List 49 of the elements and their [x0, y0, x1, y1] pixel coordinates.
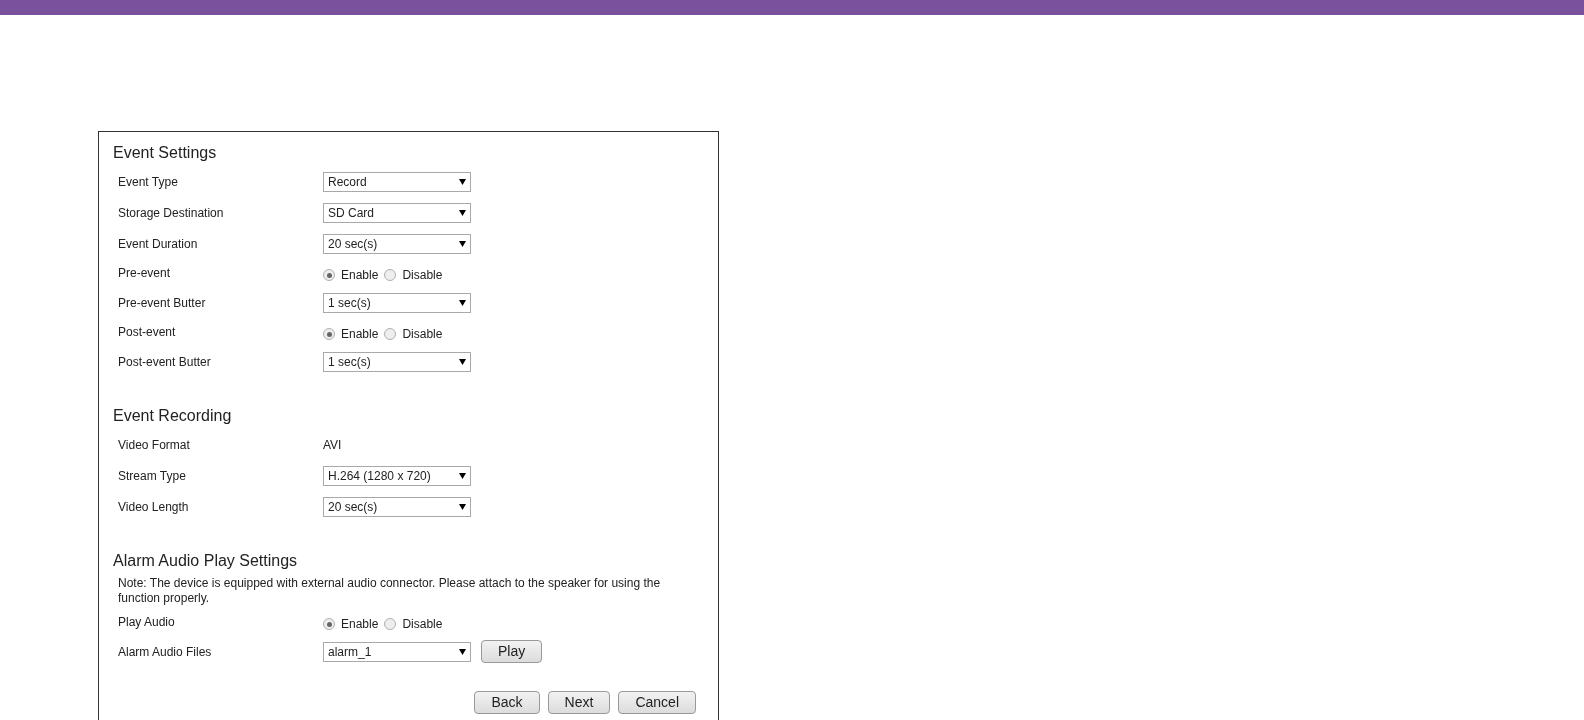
radio-label: Enable — [341, 616, 379, 633]
section-title: Event Settings — [113, 143, 218, 163]
field-label: Post-event Butter — [118, 353, 212, 371]
radio-button[interactable] — [323, 328, 335, 340]
caret-icon — [459, 178, 466, 185]
radio-label: Disable — [402, 616, 443, 633]
field-label: Pre-event — [118, 265, 172, 282]
caret-icon — [459, 240, 466, 247]
radio-button[interactable] — [384, 618, 397, 630]
radio-button[interactable] — [323, 618, 335, 630]
field-label: Video Length — [118, 498, 190, 516]
field-label: Pre-event Butter — [118, 294, 207, 312]
field-label: Event Type — [118, 173, 179, 191]
radio-label: Disable — [402, 326, 443, 343]
radio-button[interactable] — [384, 328, 397, 340]
radio-label: Disable — [402, 267, 443, 284]
field-label: Storage Destination — [118, 204, 225, 222]
button[interactable]: Next — [547, 691, 611, 714]
dropdown[interactable]: 20 sec(s) — [323, 496, 471, 517]
dropdown[interactable]: H.264 (1280 x 720) — [323, 465, 471, 486]
field-label: Video Format — [118, 436, 191, 454]
field-label: Post-event — [118, 324, 177, 341]
field-label: Event Duration — [118, 235, 199, 253]
caret-icon — [459, 503, 466, 510]
section-title: Alarm Audio Play Settings — [113, 551, 299, 571]
dropdown[interactable]: 1 sec(s) — [323, 351, 471, 372]
dropdown[interactable]: 1 sec(s) — [323, 292, 471, 313]
caret-icon — [459, 209, 466, 216]
note-text: Note: The device is equipped with external audio connector. Please attach to the speaker for using the function properly. — [117, 576, 662, 606]
radio-label: Enable — [341, 326, 379, 343]
field-value: AVI — [323, 436, 342, 454]
radio-button[interactable] — [323, 269, 335, 281]
field-label: Stream Type — [118, 467, 187, 485]
caret-icon — [459, 472, 466, 479]
button[interactable]: Back — [474, 691, 540, 714]
button[interactable]: Play — [481, 640, 543, 663]
button[interactable]: Cancel — [618, 691, 696, 714]
section-title: Event Recording — [113, 406, 233, 426]
radio-button[interactable] — [384, 269, 397, 281]
dropdown[interactable]: SD Card — [323, 202, 471, 223]
field-label: Alarm Audio Files — [118, 643, 213, 661]
field-label: Play Audio — [118, 614, 176, 631]
caret-icon — [459, 648, 466, 655]
radio-label: Enable — [341, 267, 379, 284]
caret-icon — [459, 358, 466, 365]
dropdown[interactable]: Record — [323, 171, 471, 192]
dropdown[interactable]: alarm_1 — [323, 641, 471, 662]
caret-icon — [459, 299, 466, 306]
dropdown[interactable]: 20 sec(s) — [323, 233, 471, 254]
